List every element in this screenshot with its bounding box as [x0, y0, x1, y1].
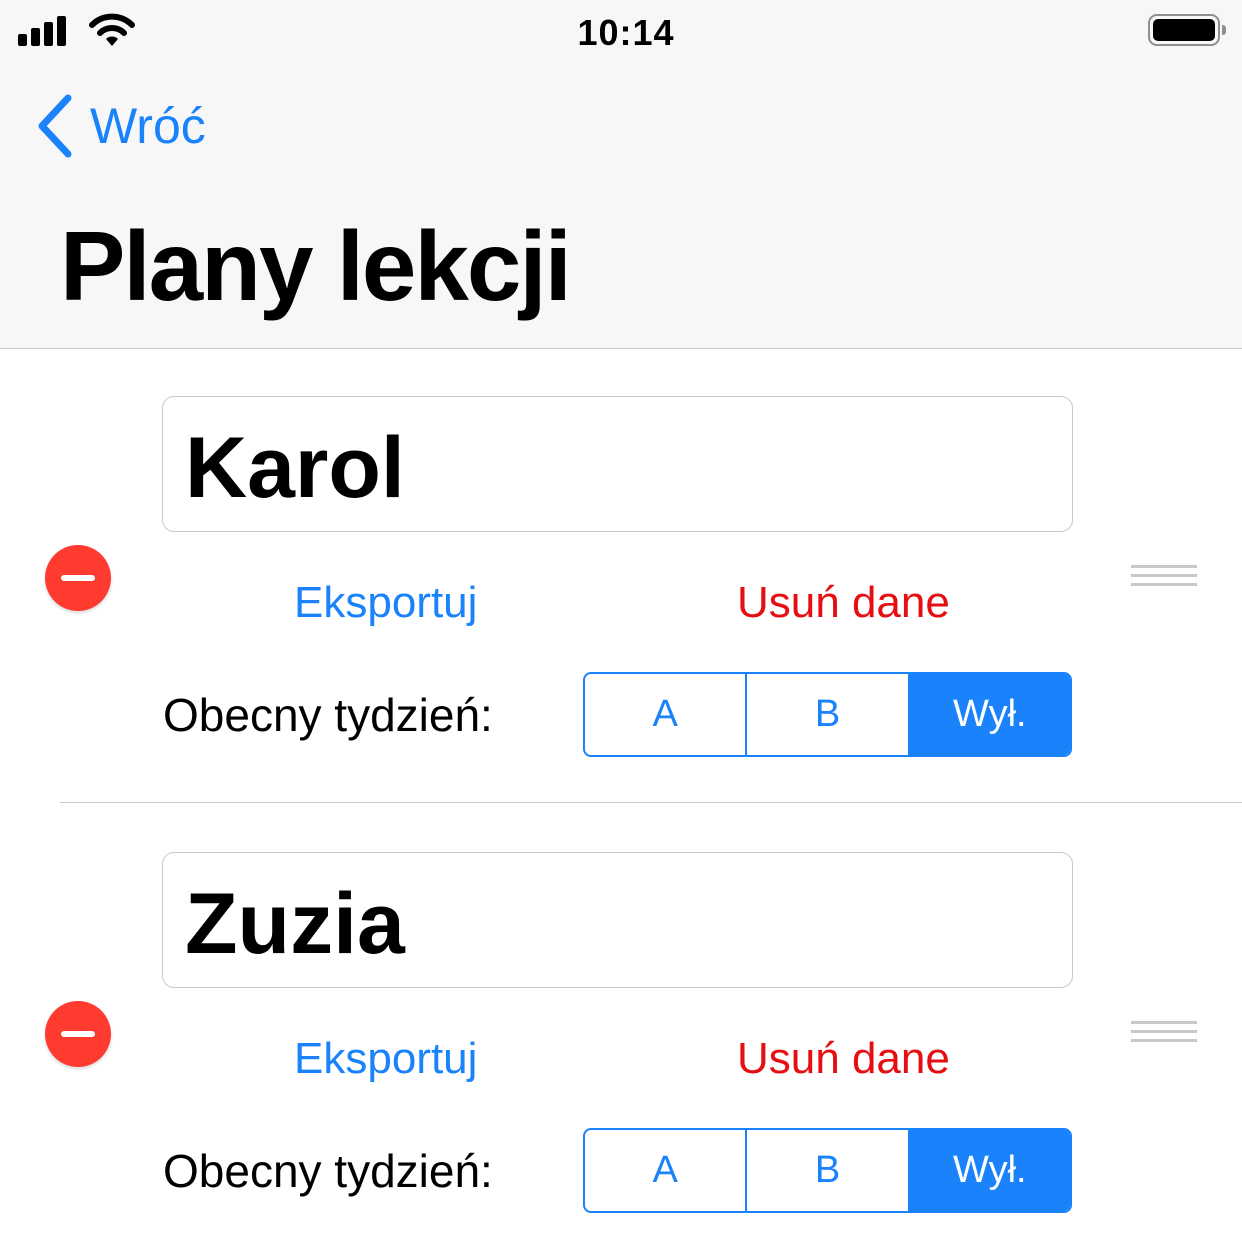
delete-data-button[interactable]: Usuń dane	[737, 1034, 950, 1084]
current-week-label: Obecny tydzień:	[163, 689, 493, 741]
week-option-b[interactable]: B	[747, 674, 910, 755]
week-option-b[interactable]: B	[747, 1130, 910, 1211]
week-option-off[interactable]: Wył.	[909, 1130, 1070, 1211]
export-button[interactable]: Eksportuj	[294, 578, 477, 628]
current-week-label: Obecny tydzień:	[163, 1145, 493, 1197]
status-bar: 10:14	[0, 0, 1242, 64]
back-button-label: Wróć	[90, 98, 206, 154]
delete-row-icon[interactable]	[45, 1001, 111, 1067]
week-segmented-control: A B Wył.	[583, 1128, 1072, 1213]
week-option-a[interactable]: A	[585, 1130, 748, 1211]
week-segmented-control: A B Wył.	[583, 672, 1072, 757]
schedule-name: Karol	[185, 420, 405, 516]
reorder-handle-icon[interactable]	[1131, 565, 1197, 587]
week-option-a[interactable]: A	[585, 674, 748, 755]
delete-data-button[interactable]: Usuń dane	[737, 578, 950, 628]
back-button[interactable]: Wróć	[36, 94, 206, 158]
schedule-row: Karol Eksportuj Usuń dane Obecny tydzień…	[0, 348, 1242, 804]
navigation-bar: 10:14 Wróć Plany lekcji	[0, 0, 1242, 349]
schedule-name: Zuzia	[185, 876, 405, 972]
week-option-off[interactable]: Wył.	[909, 674, 1070, 755]
chevron-left-icon	[38, 94, 72, 158]
export-button[interactable]: Eksportuj	[294, 1034, 477, 1084]
reorder-handle-icon[interactable]	[1131, 1021, 1197, 1043]
row-divider	[60, 802, 1242, 803]
battery-icon	[1148, 14, 1226, 46]
status-time: 10:14	[577, 12, 675, 53]
schedule-name-field[interactable]: Zuzia	[162, 852, 1073, 988]
delete-row-icon[interactable]	[45, 545, 111, 611]
page-title: Plany lekcji	[60, 211, 572, 321]
schedule-row: Zuzia Eksportuj Usuń dane Obecny tydzień…	[0, 804, 1242, 1260]
schedule-name-field[interactable]: Karol	[162, 396, 1073, 532]
